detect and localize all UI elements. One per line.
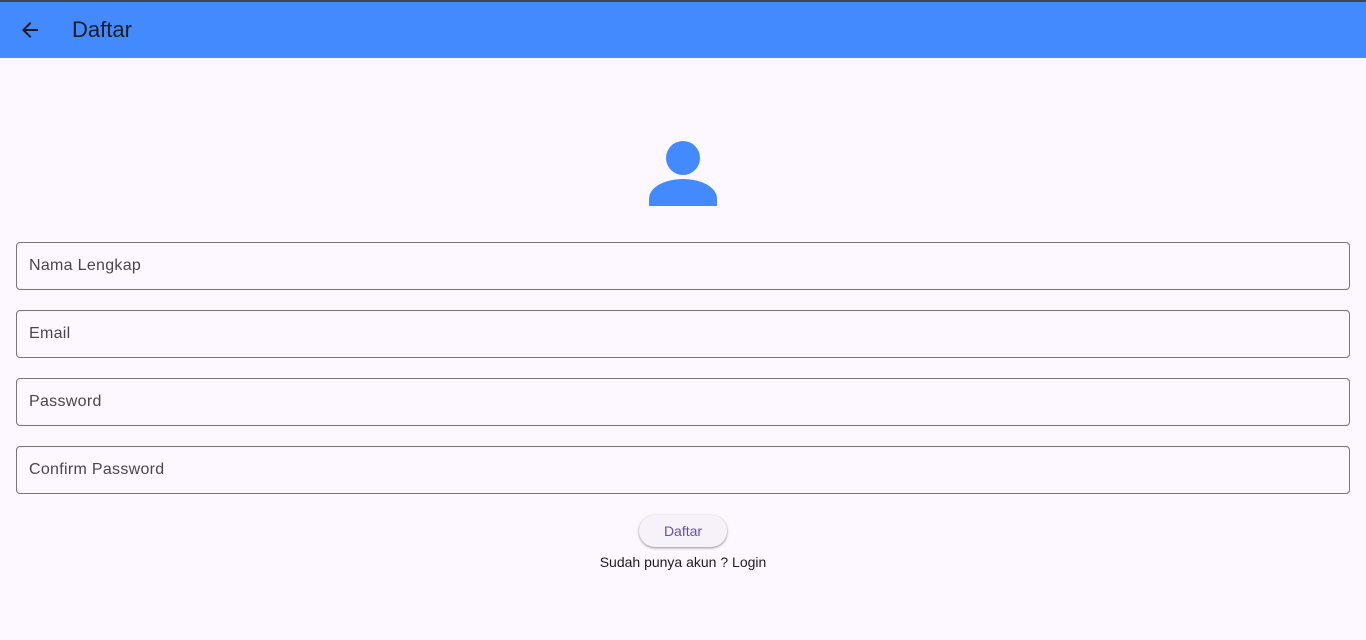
app-bar: Daftar xyxy=(0,2,1366,58)
full-name-field[interactable] xyxy=(16,242,1350,290)
login-link[interactable]: Sudah punya akun ? Login xyxy=(0,554,1366,570)
email-input[interactable] xyxy=(17,311,1349,357)
back-button[interactable] xyxy=(12,12,48,48)
password-field[interactable] xyxy=(16,378,1350,426)
full-name-input[interactable] xyxy=(17,243,1349,289)
password-input[interactable] xyxy=(17,379,1349,425)
page-title: Daftar xyxy=(72,17,132,42)
arrow-back-icon xyxy=(22,22,38,38)
confirm-password-input[interactable] xyxy=(17,447,1349,493)
avatar xyxy=(647,138,719,210)
confirm-password-field[interactable] xyxy=(16,446,1350,494)
person-icon xyxy=(649,141,717,206)
email-field[interactable] xyxy=(16,310,1350,358)
register-button[interactable]: Daftar xyxy=(639,515,727,547)
